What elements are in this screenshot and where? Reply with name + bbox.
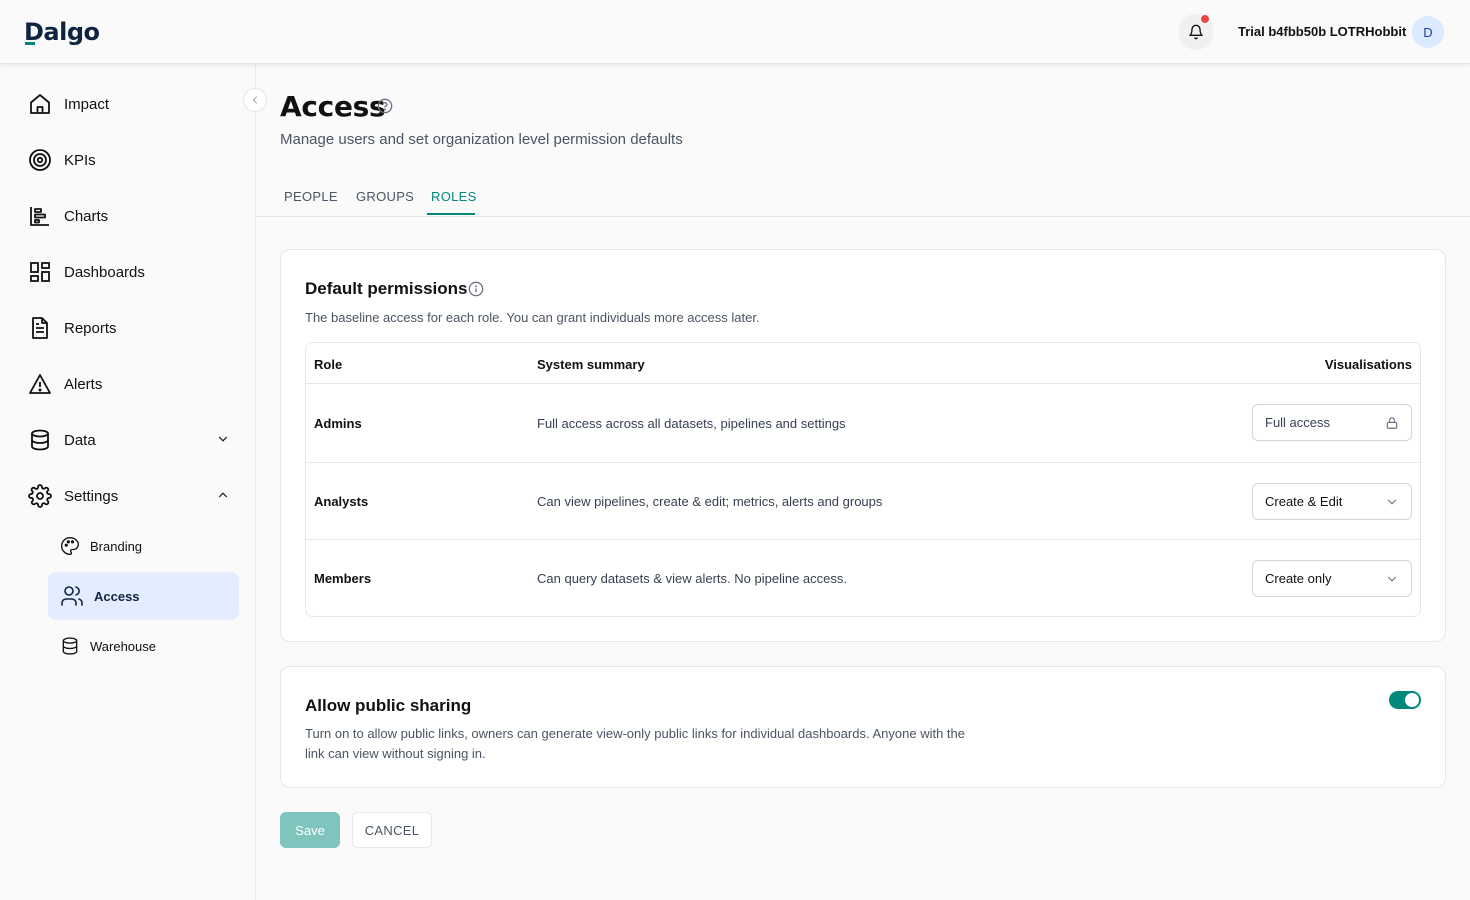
sidebar-subitem-branding[interactable]: Branding [48, 522, 239, 570]
tab-groups[interactable]: GROUPS [356, 189, 414, 204]
column-header-role: Role [314, 357, 343, 372]
role-name: Admins [314, 416, 362, 431]
help-icon[interactable] [377, 98, 393, 114]
top-bar: Dalgo Trial b4fbb50b LOTRHobbit D [0, 0, 1470, 64]
column-header-summary: System summary [537, 357, 645, 372]
permissions-table: Role System summary Visualisations Admin… [305, 342, 1421, 617]
table-row: Analysts Can view pipelines, create & ed… [306, 462, 1420, 539]
dashboard-grid-icon [28, 260, 52, 284]
bell-icon [1189, 24, 1203, 40]
public-sharing-description-line2: link can view without signing in. [305, 746, 486, 761]
users-icon [61, 586, 83, 606]
save-button[interactable]: Save [280, 812, 340, 848]
chevron-down-icon [1387, 499, 1397, 505]
sidebar-item-kpis[interactable]: KPIs [28, 146, 234, 174]
collapse-sidebar-button[interactable] [243, 88, 267, 112]
default-permissions-title: Default permissions [305, 279, 468, 298]
warning-icon [28, 372, 52, 396]
sidebar-subitem-warehouse[interactable]: Warehouse [48, 622, 239, 670]
cancel-button[interactable]: CANCEL [352, 812, 432, 848]
lock-icon [1386, 417, 1398, 429]
chevron-left-icon [252, 96, 257, 104]
sidebar-item-reports[interactable]: Reports [28, 314, 234, 342]
home-icon [28, 92, 52, 116]
notifications-button[interactable] [1178, 14, 1214, 50]
info-icon[interactable] [468, 281, 484, 297]
chevron-down-icon [218, 436, 228, 442]
database-icon [62, 637, 78, 655]
bar-chart-icon [28, 204, 52, 228]
access-level-select[interactable]: Create & Edit [1252, 483, 1412, 520]
table-row: Admins Full access across all datasets, … [306, 383, 1420, 462]
sidebar-item-settings[interactable]: Settings [28, 482, 234, 510]
role-summary: Can view pipelines, create & edit; metri… [537, 494, 883, 509]
gear-icon [28, 484, 52, 508]
public-sharing-toggle[interactable] [1389, 691, 1421, 709]
sidebar-item-dashboards[interactable]: Dashboards [28, 258, 234, 286]
tab-roles[interactable]: ROLES [431, 189, 477, 204]
sidebar-item-data[interactable]: Data [28, 426, 234, 454]
role-summary: Full access across all datasets, pipelin… [537, 416, 846, 431]
tab-bar: PEOPLE GROUPS ROLES [256, 177, 1470, 217]
target-icon [28, 148, 52, 172]
user-name[interactable]: Trial b4fbb50b LOTRHobbit [1238, 24, 1406, 39]
tab-people[interactable]: PEOPLE [284, 189, 338, 204]
role-name: Members [314, 571, 372, 586]
sidebar-subitem-access[interactable]: Access [48, 572, 239, 620]
avatar[interactable]: D [1412, 16, 1444, 48]
document-icon [28, 316, 52, 340]
public-sharing-card: Allow public sharing Turn on to allow pu… [280, 666, 1446, 788]
default-permissions-card: Default permissions The baseline access … [280, 249, 1446, 642]
role-summary: Can query datasets & view alerts. No pip… [537, 571, 847, 586]
table-row: Members Can query datasets & view alerts… [306, 539, 1420, 616]
active-tab-indicator [427, 213, 475, 215]
toggle-knob [1405, 693, 1419, 707]
access-level-locked: Full access [1252, 404, 1412, 441]
public-sharing-description-line1: Turn on to allow public links, owners ca… [305, 726, 965, 741]
chevron-up-icon [218, 492, 228, 498]
unread-dot [1200, 14, 1210, 24]
page-subtitle: Manage users and set organization level … [280, 131, 683, 148]
chevron-down-icon [1387, 576, 1397, 582]
default-permissions-description: The baseline access for each role. You c… [305, 310, 760, 325]
column-header-visualisations: Visualisations [1324, 357, 1412, 372]
sidebar-item-charts[interactable]: Charts [28, 202, 234, 230]
sidebar-item-impact[interactable]: Impact [28, 90, 234, 118]
public-sharing-title: Allow public sharing [305, 696, 472, 715]
dalgo-logo[interactable]: Dalgo [24, 18, 100, 46]
page-title: Access [280, 90, 386, 123]
palette-icon [61, 536, 80, 556]
database-icon [28, 428, 52, 452]
access-level-select[interactable]: Create only [1252, 560, 1412, 597]
sidebar-item-alerts[interactable]: Alerts [28, 370, 234, 398]
role-name: Analysts [314, 494, 369, 509]
